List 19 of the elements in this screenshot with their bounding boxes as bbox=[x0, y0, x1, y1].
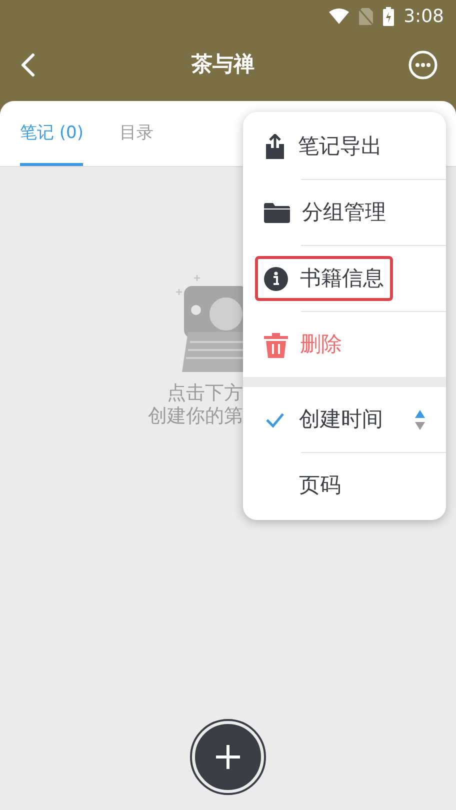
trash-icon bbox=[264, 332, 288, 358]
no-sim-icon bbox=[358, 8, 373, 24]
menu-item[interactable]: 分组管理 bbox=[255, 190, 395, 236]
folder-icon bbox=[264, 202, 290, 222]
plus-icon bbox=[215, 744, 241, 770]
sort-option[interactable]: 页码 bbox=[243, 453, 446, 518]
menu-item[interactable]: 书籍信息 bbox=[255, 256, 393, 302]
export-icon bbox=[264, 134, 286, 160]
info-icon bbox=[264, 266, 288, 290]
menu-item[interactable]: 笔记导出 bbox=[255, 124, 391, 170]
more-icon[interactable] bbox=[408, 50, 438, 80]
wifi-icon bbox=[328, 8, 349, 24]
add-button[interactable] bbox=[192, 721, 264, 793]
page-title: 茶与禅 bbox=[192, 51, 254, 78]
battery-icon bbox=[382, 6, 394, 26]
clock: 3:08 bbox=[404, 4, 444, 28]
empty-hint: 创建你的第 bbox=[148, 405, 243, 428]
empty-hint: 点击下方 bbox=[167, 382, 243, 405]
sort-option[interactable]: 创建时间 bbox=[243, 387, 446, 452]
